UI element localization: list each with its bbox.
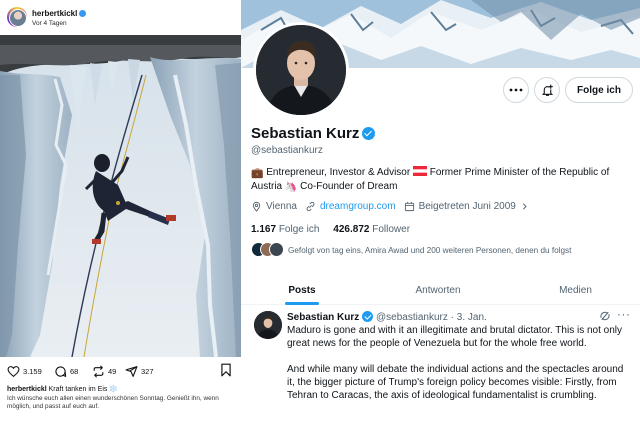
share-button[interactable]: 327 [125, 362, 154, 380]
pinned-post[interactable]: Sebastian Kurz @sebastiankurz · 3. Jan. … [241, 306, 640, 426]
profile-photo [256, 25, 346, 115]
follower-avatars [251, 242, 284, 258]
verified-icon [79, 10, 87, 17]
instagram-post: herbertkickl Vor 4 Tagen 3.159 68 49 327… [0, 0, 241, 426]
username-row[interactable]: herbertkickl [32, 9, 87, 18]
share-icon [125, 365, 138, 377]
x-profile: Folge ich Sebastian Kurz @sebastiankurz … [241, 0, 640, 426]
tab-media[interactable]: Medien [523, 275, 628, 305]
bell-plus-icon [541, 84, 553, 96]
like-button[interactable]: 3.159 [7, 362, 42, 380]
grok-icon[interactable] [599, 310, 611, 322]
following-stat[interactable]: 1.167 Folge ich [251, 224, 319, 235]
heart-icon [7, 365, 20, 377]
separator-dot: · [450, 312, 455, 323]
post-avatar-photo [254, 311, 282, 339]
bio-part-3: Co-Founder of Dream [300, 181, 398, 192]
repost-button[interactable]: 49 [92, 362, 116, 380]
more-icon [509, 88, 523, 92]
austria-flag-icon [412, 166, 427, 176]
post-caption: herbertkickl Kraft tanken im Eis ❄️ [7, 385, 235, 394]
profile-tabs: Posts Antworten Medien [241, 275, 640, 305]
joined-date[interactable]: Beigetreten Juni 2009 [404, 201, 533, 212]
like-count: 3.159 [23, 366, 42, 376]
profile-avatar[interactable] [253, 22, 349, 118]
post-text: Maduro is gone and with it an illegitima… [287, 324, 632, 415]
post-avatar[interactable] [254, 311, 282, 339]
briefcase-icon: 💼 [251, 168, 264, 179]
follow-stats: 1.167 Folge ich 426.872 Follower [251, 224, 410, 235]
profile-bio: 💼 Entrepreneur, Investor & Advisor Forme… [251, 166, 631, 194]
verified-badge-icon [362, 311, 374, 322]
ice-climber-photo [0, 35, 241, 357]
caption-username[interactable]: herbertkickl [7, 386, 47, 393]
username[interactable]: herbertkickl [32, 9, 77, 18]
calendar-icon [404, 201, 414, 212]
caption-text: Kraft tanken im Eis ❄️ [48, 386, 119, 393]
location-pin-icon [252, 201, 261, 212]
display-name: Sebastian Kurz [251, 125, 360, 142]
repost-icon [93, 365, 104, 377]
comment-count: 68 [70, 366, 79, 376]
followed-by-row[interactable]: Gefolgt von tag eins, Amira Awad und 200… [251, 242, 636, 258]
share-count: 327 [141, 366, 154, 376]
verified-badge-icon [362, 127, 376, 140]
website-link[interactable]: dreamgroup.com [320, 201, 396, 212]
post-more-button[interactable]: ··· [617, 307, 631, 321]
following-button[interactable]: Folge ich [565, 77, 633, 103]
post-time: Vor 4 Tagen [32, 20, 67, 27]
caption-continuation: Ich wünsche euch allen einen wunderschön… [7, 395, 219, 411]
active-tab-indicator [285, 302, 319, 305]
profile-name: Sebastian Kurz [251, 125, 376, 142]
post-paragraph: And while many will debate the individua… [287, 364, 624, 401]
unicorn-icon: 🦄 [284, 182, 298, 193]
post-header: Sebastian Kurz @sebastiankurz · 3. Jan. [287, 311, 487, 323]
follower-avatar [269, 242, 284, 257]
followers-stat[interactable]: 426.872 Follower [333, 224, 410, 235]
post-date[interactable]: 3. Jan. [457, 312, 487, 323]
link-icon [306, 201, 315, 212]
more-options-button[interactable] [503, 77, 529, 103]
notifications-button[interactable] [534, 77, 560, 103]
comment-icon [55, 365, 67, 377]
comment-button[interactable]: 68 [54, 362, 78, 380]
followed-by-text: Gefolgt von tag eins, Amira Awad und 200… [288, 245, 572, 255]
post-paragraph: Maduro is gone and with it an illegitima… [287, 325, 622, 349]
post-author-name[interactable]: Sebastian Kurz [287, 312, 359, 323]
bookmark-icon[interactable] [220, 363, 232, 377]
repost-count: 49 [108, 366, 117, 376]
post-actions: 3.159 68 49 327 [0, 362, 241, 380]
website[interactable]: dreamgroup.com [305, 201, 396, 212]
location: Vienna [251, 201, 297, 212]
bio-part-1: Entrepreneur, Investor & Advisor [266, 167, 411, 178]
chevron-right-icon [522, 203, 527, 210]
joined-text: Beigetreten Juni 2009 [418, 201, 516, 212]
post-header: herbertkickl Vor 4 Tagen [0, 0, 241, 34]
post-photo[interactable] [0, 35, 241, 357]
profile-meta: Vienna dreamgroup.com Beigetreten Juni 2… [251, 201, 631, 212]
profile-handle: @sebastiankurz [251, 145, 323, 156]
avatar[interactable] [7, 7, 27, 27]
tab-posts[interactable]: Posts [241, 275, 363, 305]
tab-replies[interactable]: Antworten [373, 275, 503, 305]
location-text: Vienna [266, 201, 297, 212]
post-author-handle[interactable]: @sebastiankurz [376, 312, 448, 323]
